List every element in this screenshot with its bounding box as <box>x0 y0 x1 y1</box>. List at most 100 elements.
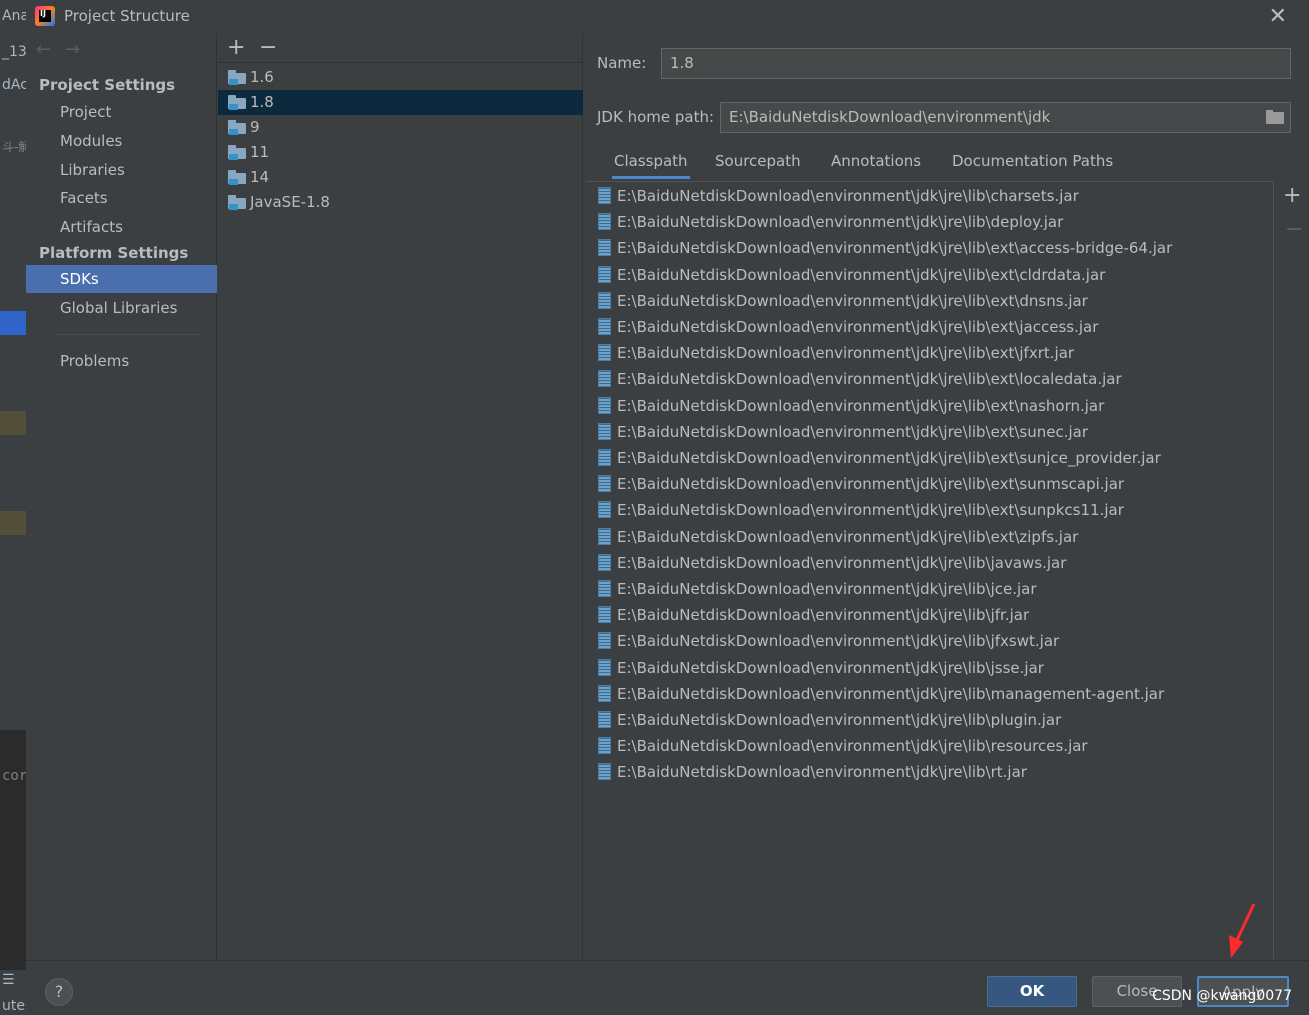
classpath-row[interactable]: E:\BaiduNetdiskDownload\environment\jdk\… <box>586 733 1274 759</box>
classpath-entry: E:\BaiduNetdiskDownload\environment\jdk\… <box>617 580 1037 598</box>
sdk-item[interactable]: 9 <box>218 115 583 140</box>
annotation-arrow-icon <box>1229 903 1256 958</box>
jdk-folder-icon <box>228 95 246 110</box>
settings-nav: ← → Project Settings Project Modules Libr… <box>26 33 217 960</box>
classpath-row[interactable]: E:\BaiduNetdiskDownload\environment\jdk\… <box>586 393 1274 419</box>
classpath-row[interactable]: E:\BaiduNetdiskDownload\environment\jdk\… <box>586 419 1274 445</box>
project-structure-dialog: IJ Project Structure ✕ ← → Project Settin… <box>26 0 1309 1015</box>
jar-icon <box>598 501 611 519</box>
jar-icon <box>598 265 611 283</box>
classpath-entry: E:\BaiduNetdiskDownload\environment\jdk\… <box>617 449 1161 467</box>
jdk-home-value: E:\BaiduNetdiskDownload\environment\jdk <box>729 108 1051 126</box>
sdk-toolbar: + − <box>218 33 583 63</box>
help-button[interactable]: ? <box>45 978 73 1006</box>
classpath-entry: E:\BaiduNetdiskDownload\environment\jdk\… <box>617 187 1079 205</box>
bg-text-fragment: 斗-解 <box>2 140 26 154</box>
jdk-folder-icon <box>228 145 246 160</box>
jar-icon <box>598 239 611 257</box>
bg-highlight <box>0 511 26 535</box>
classpath-row[interactable]: E:\BaiduNetdiskDownload\environment\jdk\… <box>586 524 1274 550</box>
bg-text-fragment: Ana <box>2 8 26 24</box>
classpath-row[interactable]: E:\BaiduNetdiskDownload\environment\jdk\… <box>586 235 1274 261</box>
name-field[interactable]: 1.8 <box>661 48 1291 79</box>
classpath-entry: E:\BaiduNetdiskDownload\environment\jdk\… <box>617 501 1124 520</box>
bg-text-fragment: ☰ <box>2 972 15 988</box>
folder-browse-icon[interactable] <box>1266 110 1284 124</box>
classpath-row[interactable]: E:\BaiduNetdiskDownload\environment\jdk\… <box>586 576 1274 602</box>
tab-annotations[interactable]: Annotations <box>831 146 921 177</box>
jdk-folder-icon <box>228 195 246 210</box>
nav-item-libraries[interactable]: Libraries <box>26 156 217 184</box>
classpath-entry: E:\BaiduNetdiskDownload\environment\jdk\… <box>617 606 1030 625</box>
tab-sourcepath[interactable]: Sourcepath <box>715 146 801 177</box>
jar-icon <box>598 370 611 388</box>
classpath-entry: E:\BaiduNetdiskDownload\environment\jdk\… <box>617 422 1088 441</box>
jar-icon <box>598 318 611 335</box>
classpath-row[interactable]: E:\BaiduNetdiskDownload\environment\jdk\… <box>586 340 1274 366</box>
arrow-left-icon[interactable]: ← <box>36 39 51 60</box>
classpath-row[interactable]: E:\BaiduNetdiskDownload\environment\jdk\… <box>586 471 1274 497</box>
nav-item-facets[interactable]: Facets <box>26 184 217 212</box>
jar-icon <box>598 527 611 545</box>
add-sdk-button[interactable]: + <box>227 35 245 60</box>
nav-item-artifacts[interactable]: Artifacts <box>26 213 217 241</box>
classpath-row[interactable]: E:\BaiduNetdiskDownload\environment\jdk\… <box>586 759 1274 785</box>
ok-button[interactable]: OK <box>987 976 1077 1007</box>
jdk-home-field[interactable]: E:\BaiduNetdiskDownload\environment\jdk <box>720 102 1291 133</box>
jar-icon <box>598 658 611 676</box>
classpath-row[interactable]: E:\BaiduNetdiskDownload\environment\jdk\… <box>586 288 1274 314</box>
classpath-row[interactable]: E:\BaiduNetdiskDownload\environment\jdk\… <box>586 262 1274 288</box>
classpath-row[interactable]: E:\BaiduNetdiskDownload\environment\jdk\… <box>586 550 1274 576</box>
sdk-item[interactable]: 14 <box>218 165 583 190</box>
sdk-item[interactable]: 1.6 <box>218 65 583 90</box>
nav-item-problems[interactable]: Problems <box>26 347 217 375</box>
classpath-row[interactable]: E:\BaiduNetdiskDownload\environment\jdk\… <box>586 681 1274 707</box>
classpath-row[interactable]: E:\BaiduNetdiskDownload\environment\jdk\… <box>586 602 1274 628</box>
title-bar: IJ Project Structure ✕ <box>26 0 1309 33</box>
nav-item-project[interactable]: Project <box>26 98 217 126</box>
sdk-item[interactable]: 1.8 <box>218 90 583 115</box>
dialog-title: Project Structure <box>64 7 190 25</box>
add-path-button[interactable]: + <box>1283 183 1301 208</box>
bg-selection <box>0 311 26 335</box>
close-icon[interactable]: ✕ <box>1269 4 1287 29</box>
nav-item-sdks[interactable]: SDKs <box>26 265 217 293</box>
classpath-entry: E:\BaiduNetdiskDownload\environment\jdk\… <box>617 737 1088 756</box>
classpath-entry: E:\BaiduNetdiskDownload\environment\jdk\… <box>617 711 1062 729</box>
classpath-row[interactable]: E:\BaiduNetdiskDownload\environment\jdk\… <box>586 497 1274 523</box>
classpath-entry: E:\BaiduNetdiskDownload\environment\jdk\… <box>617 344 1075 363</box>
sdk-item[interactable]: JavaSE-1.8 <box>218 190 583 215</box>
csdn-watermark: CSDN @kwang0077 <box>1152 988 1292 1004</box>
tab-classpath[interactable]: Classpath <box>612 146 690 179</box>
platform-settings-header: Platform Settings <box>39 244 189 262</box>
nav-item-global-libraries[interactable]: Global Libraries <box>26 294 217 322</box>
tab-documentation-paths[interactable]: Documentation Paths <box>952 146 1113 177</box>
intellij-logo-icon: IJ <box>35 6 55 26</box>
classpath-entry: E:\BaiduNetdiskDownload\environment\jdk\… <box>617 239 1173 258</box>
nav-item-modules[interactable]: Modules <box>26 127 217 155</box>
sdk-item[interactable]: 11 <box>218 140 583 165</box>
classpath-row[interactable]: E:\BaiduNetdiskDownload\environment\jdk\… <box>586 209 1274 235</box>
remove-sdk-button[interactable]: − <box>259 35 277 60</box>
remove-path-button[interactable]: − <box>1285 217 1303 242</box>
jar-icon <box>598 475 611 493</box>
nav-history: ← → <box>36 39 94 60</box>
classpath-row[interactable]: E:\BaiduNetdiskDownload\environment\jdk\… <box>586 628 1274 654</box>
jar-icon <box>598 684 611 702</box>
classpath-row[interactable]: E:\BaiduNetdiskDownload\environment\jdk\… <box>586 314 1274 340</box>
sdk-detail-panel: Name: 1.8 JDK home path: E:\BaiduNetdisk… <box>584 33 1309 960</box>
jar-icon <box>598 737 611 755</box>
classpath-row[interactable]: E:\BaiduNetdiskDownload\environment\jdk\… <box>586 655 1274 681</box>
classpath-row[interactable]: E:\BaiduNetdiskDownload\environment\jdk\… <box>586 183 1274 209</box>
classpath-entry: E:\BaiduNetdiskDownload\environment\jdk\… <box>617 370 1122 389</box>
jar-icon <box>598 187 611 204</box>
arrow-right-icon[interactable]: → <box>65 39 80 60</box>
classpath-row[interactable]: E:\BaiduNetdiskDownload\environment\jdk\… <box>586 707 1274 733</box>
classpath-row[interactable]: E:\BaiduNetdiskDownload\environment\jdk\… <box>586 445 1274 471</box>
classpath-entry: E:\BaiduNetdiskDownload\environment\jdk\… <box>617 632 1060 651</box>
classpath-row[interactable]: E:\BaiduNetdiskDownload\environment\jdk\… <box>586 366 1274 392</box>
classpath-list: E:\BaiduNetdiskDownload\environment\jdk\… <box>586 181 1274 959</box>
bg-highlight <box>0 411 26 435</box>
classpath-entry: E:\BaiduNetdiskDownload\environment\jdk\… <box>617 527 1079 546</box>
jar-icon <box>598 580 611 597</box>
